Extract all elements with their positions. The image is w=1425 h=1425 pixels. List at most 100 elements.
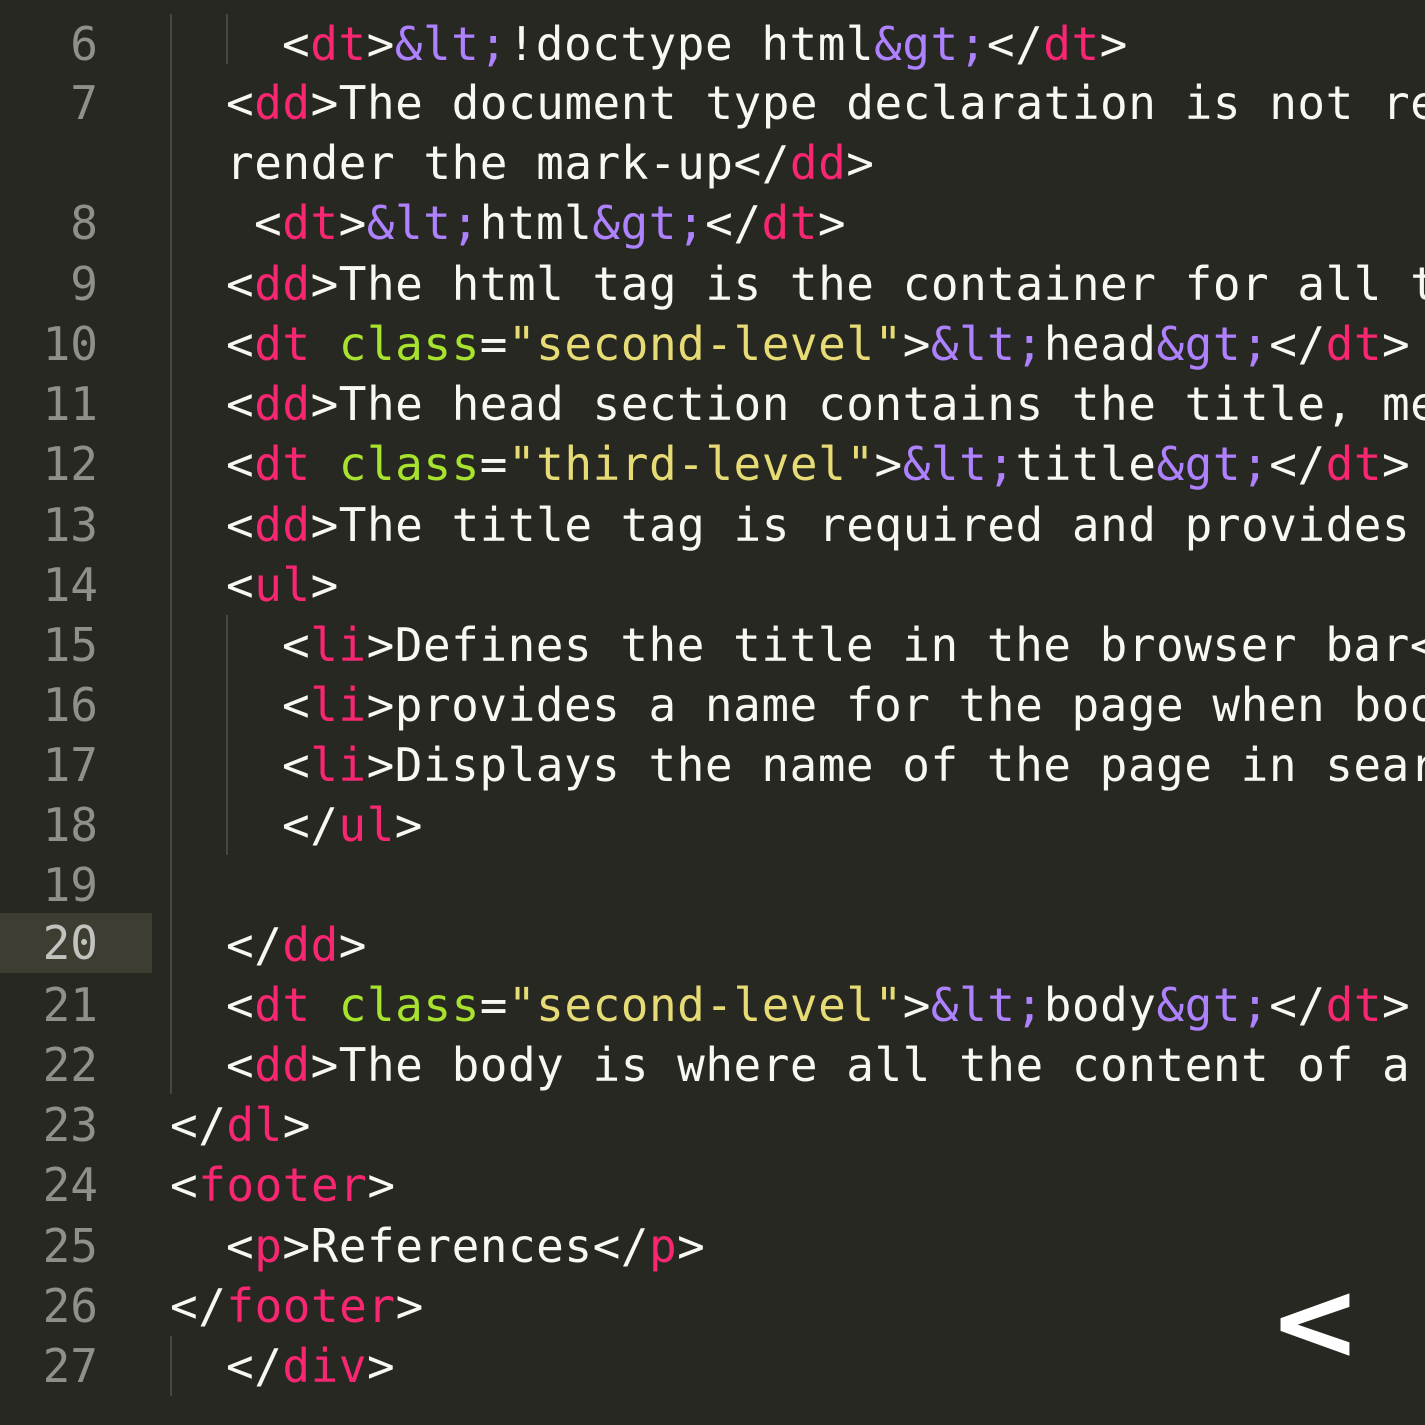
punct: </ bbox=[1269, 978, 1326, 1032]
line-number: 27 bbox=[42, 1339, 98, 1393]
punct: </ bbox=[986, 17, 1044, 71]
line-number: 14 bbox=[42, 558, 98, 612]
indent-guide bbox=[170, 14, 172, 1094]
punct: > bbox=[366, 17, 395, 71]
attr-value: "second-level" bbox=[507, 317, 903, 371]
attr-name: class bbox=[338, 437, 480, 491]
line-number: 10 bbox=[42, 317, 98, 371]
line-number: 22 bbox=[42, 1038, 98, 1092]
code-line[interactable]: <dd>The body is where all the content of… bbox=[226, 1035, 1425, 1095]
code-line-active[interactable]: </dd> bbox=[226, 915, 367, 975]
punct: < bbox=[226, 498, 255, 552]
code-line[interactable]: <dt>&lt;html&gt;</dt> bbox=[254, 193, 846, 253]
code-line[interactable]: <footer> bbox=[170, 1155, 396, 1215]
punct: </ bbox=[170, 1279, 227, 1333]
punct: < bbox=[226, 1038, 255, 1092]
punct: > bbox=[366, 678, 395, 732]
tag-name: dd bbox=[254, 257, 311, 311]
punct: < bbox=[226, 76, 255, 130]
text: References bbox=[310, 1219, 593, 1273]
line-number: 18 bbox=[42, 798, 98, 852]
punct: > bbox=[367, 1158, 396, 1212]
line-number: 26 bbox=[42, 1279, 98, 1333]
attr-name: class bbox=[338, 317, 480, 371]
punct: > bbox=[310, 257, 339, 311]
code-line[interactable]: <dt class="second-level">&lt;head&gt;</d… bbox=[226, 314, 1410, 374]
code-line[interactable]: </footer> bbox=[170, 1276, 424, 1336]
punct: < bbox=[254, 196, 283, 250]
punct: </ bbox=[1269, 317, 1326, 371]
attr-value: "third-level" bbox=[507, 437, 875, 491]
line-number: 6 bbox=[70, 17, 98, 71]
text: The head section contains the title, met bbox=[338, 377, 1425, 431]
text: The document type declaration is not rea bbox=[338, 76, 1425, 130]
code-line[interactable]: <dt class="second-level">&lt;body&gt;</d… bbox=[226, 975, 1410, 1035]
chevron-left-icon: < bbox=[1268, 1257, 1361, 1385]
code-line[interactable]: <dd>The title tag is required and provid… bbox=[226, 495, 1425, 555]
entity: &gt; bbox=[592, 196, 706, 250]
punct: = bbox=[479, 437, 508, 491]
line-number: 15 bbox=[42, 618, 98, 672]
code-line[interactable]: <p>References</p> bbox=[226, 1216, 705, 1276]
punct: > bbox=[366, 738, 395, 792]
indent-guide bbox=[170, 1336, 172, 1396]
punct: </ bbox=[705, 196, 762, 250]
punct: > bbox=[310, 76, 339, 130]
tag-name: dt bbox=[282, 196, 339, 250]
punct: > bbox=[310, 1038, 339, 1092]
tag-name: div bbox=[282, 1339, 367, 1393]
tag-name: dd bbox=[282, 918, 339, 972]
line-number: 13 bbox=[42, 498, 98, 552]
tag-name: dl bbox=[226, 1098, 283, 1152]
code-line[interactable]: <li>Displays the name of the page in sea… bbox=[282, 735, 1425, 795]
code-line[interactable]: <ul> bbox=[226, 555, 339, 615]
tag-name: dt bbox=[254, 317, 311, 371]
tag-name: dt bbox=[1325, 437, 1383, 491]
punct: > bbox=[310, 498, 339, 552]
punct: </ bbox=[592, 1219, 649, 1273]
line-number-gutter: 6 7 8 9 10 11 12 13 14 15 16 17 18 19 20… bbox=[0, 0, 152, 1425]
text: provides a name for the page when book bbox=[394, 678, 1425, 732]
tag-name: dt bbox=[1043, 17, 1100, 71]
tag-name: dt bbox=[254, 437, 311, 491]
punct: </ bbox=[226, 1339, 283, 1393]
code-line[interactable]: <dd>The document type declaration is not… bbox=[226, 73, 1425, 133]
punct: > bbox=[366, 618, 395, 672]
text: The html tag is the container for all th bbox=[338, 257, 1425, 311]
code-line-wrapped[interactable]: render the mark-up</dd> bbox=[226, 133, 874, 193]
punct: < bbox=[226, 437, 255, 491]
code-line[interactable]: </div> bbox=[226, 1336, 395, 1396]
code-editor[interactable]: 6 7 8 9 10 11 12 13 14 15 16 17 18 19 20… bbox=[0, 0, 1425, 1425]
code-line[interactable]: <dd>The html tag is the container for al… bbox=[226, 254, 1425, 314]
punct: < bbox=[226, 558, 255, 612]
code-line[interactable]: <li>Defines the title in the browser bar… bbox=[282, 615, 1425, 675]
code-line[interactable]: <dt>&lt;!doctype html&gt;</dt> bbox=[282, 14, 1128, 74]
punct: </ bbox=[226, 918, 283, 972]
punct: > bbox=[338, 196, 367, 250]
punct: < bbox=[282, 618, 311, 672]
code-line[interactable]: </ul> bbox=[282, 795, 423, 855]
code-line[interactable]: <dd>The head section contains the title,… bbox=[226, 374, 1425, 434]
punct: </ bbox=[1269, 437, 1326, 491]
punct: > bbox=[1099, 17, 1128, 71]
code-line[interactable]: <dt class="third-level">&lt;title&gt;</d… bbox=[226, 434, 1410, 494]
attr-name: class bbox=[338, 978, 480, 1032]
tag-name: li bbox=[310, 618, 367, 672]
entity: &gt; bbox=[874, 17, 987, 71]
punct: = bbox=[479, 317, 508, 371]
line-number: 9 bbox=[70, 257, 98, 311]
indent-guide bbox=[226, 615, 228, 855]
text: The title tag is required and provides a bbox=[338, 498, 1425, 552]
tag-name: ul bbox=[254, 558, 311, 612]
code-line[interactable]: <li>provides a name for the page when bo… bbox=[282, 675, 1425, 735]
punct: > bbox=[366, 1339, 396, 1393]
code-line[interactable]: </dl> bbox=[170, 1095, 311, 1155]
tag-name: li bbox=[310, 678, 367, 732]
line-number: 12 bbox=[42, 437, 98, 491]
punct: < bbox=[170, 1158, 199, 1212]
punct: < bbox=[226, 978, 255, 1032]
tag-name: dt bbox=[254, 978, 311, 1032]
line-number: 17 bbox=[42, 738, 98, 792]
